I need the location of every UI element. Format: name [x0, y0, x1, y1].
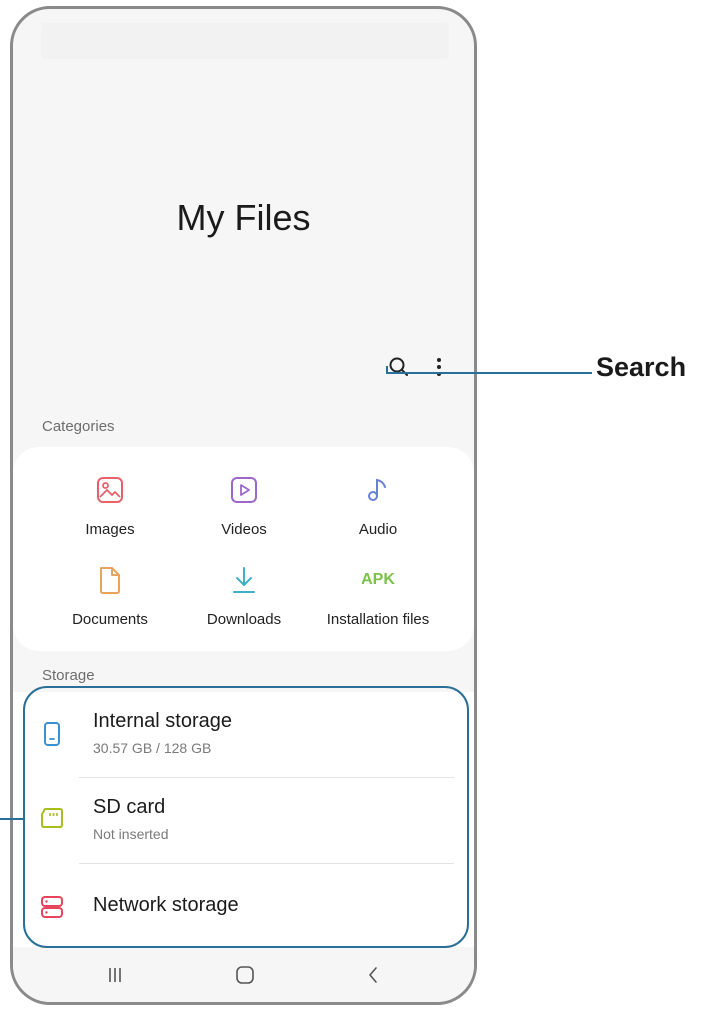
videos-icon: [174, 473, 314, 507]
category-label: Documents: [72, 611, 148, 628]
apk-icon-text: APK: [361, 571, 395, 588]
storage-heading: Storage: [42, 667, 95, 684]
home-icon: [236, 966, 254, 984]
category-audio[interactable]: Audio: [308, 473, 448, 553]
category-label: Audio: [358, 521, 398, 538]
category-label: Downloads: [206, 611, 282, 628]
storage-card: Internal storage 30.57 GB / 128 GB SD ca…: [13, 692, 474, 947]
callout-line: [386, 372, 592, 374]
network-storage-icon: [39, 892, 65, 922]
storage-name: Network storage: [93, 894, 239, 916]
storage-detail: Not inserted: [93, 826, 169, 842]
search-icon: [389, 357, 408, 376]
status-bar: [41, 23, 449, 59]
search-button[interactable]: [379, 347, 419, 387]
category-downloads[interactable]: Downloads: [174, 563, 314, 643]
storage-item-sd-card[interactable]: SD card Not inserted: [13, 778, 474, 862]
category-label: Videos: [221, 521, 267, 538]
callout-line: [0, 818, 24, 820]
back-icon: [369, 967, 377, 983]
categories-heading: Categories: [42, 418, 115, 435]
storage-name: SD card: [93, 796, 166, 818]
storage-item-internal[interactable]: Internal storage 30.57 GB / 128 GB: [13, 692, 474, 776]
images-icon: [40, 473, 180, 507]
phone-frame: My Files Categories Images Videos Audio …: [10, 6, 477, 1005]
audio-icon: [308, 473, 448, 507]
category-documents[interactable]: Documents: [40, 563, 180, 643]
phone-storage-icon: [39, 719, 65, 749]
recent-apps-button[interactable]: [95, 961, 135, 989]
storage-name: Internal storage: [93, 710, 232, 732]
search-callout-label: Search: [596, 352, 687, 382]
recent-apps-icon: [109, 968, 121, 982]
sd-card-icon: [39, 803, 65, 833]
storage-detail: 30.57 GB / 128 GB: [93, 740, 212, 756]
page-title: My Files: [176, 197, 311, 238]
more-options-icon: [437, 358, 441, 376]
downloads-icon: [174, 563, 314, 597]
apk-icon: APK: [308, 563, 448, 597]
category-installation-files[interactable]: APK Installation files: [308, 563, 448, 643]
documents-icon: [40, 563, 180, 597]
home-button[interactable]: [225, 961, 265, 989]
category-videos[interactable]: Videos: [174, 473, 314, 553]
category-label: Images: [85, 521, 135, 538]
storage-item-network[interactable]: Network storage: [13, 864, 474, 948]
navigation-bar: [13, 947, 474, 1002]
back-button[interactable]: [353, 961, 393, 989]
categories-card: Images Videos Audio Documents Downloads …: [13, 447, 474, 651]
category-images[interactable]: Images: [40, 473, 180, 553]
category-label: Installation files: [326, 611, 430, 628]
more-options-button[interactable]: [421, 347, 457, 387]
